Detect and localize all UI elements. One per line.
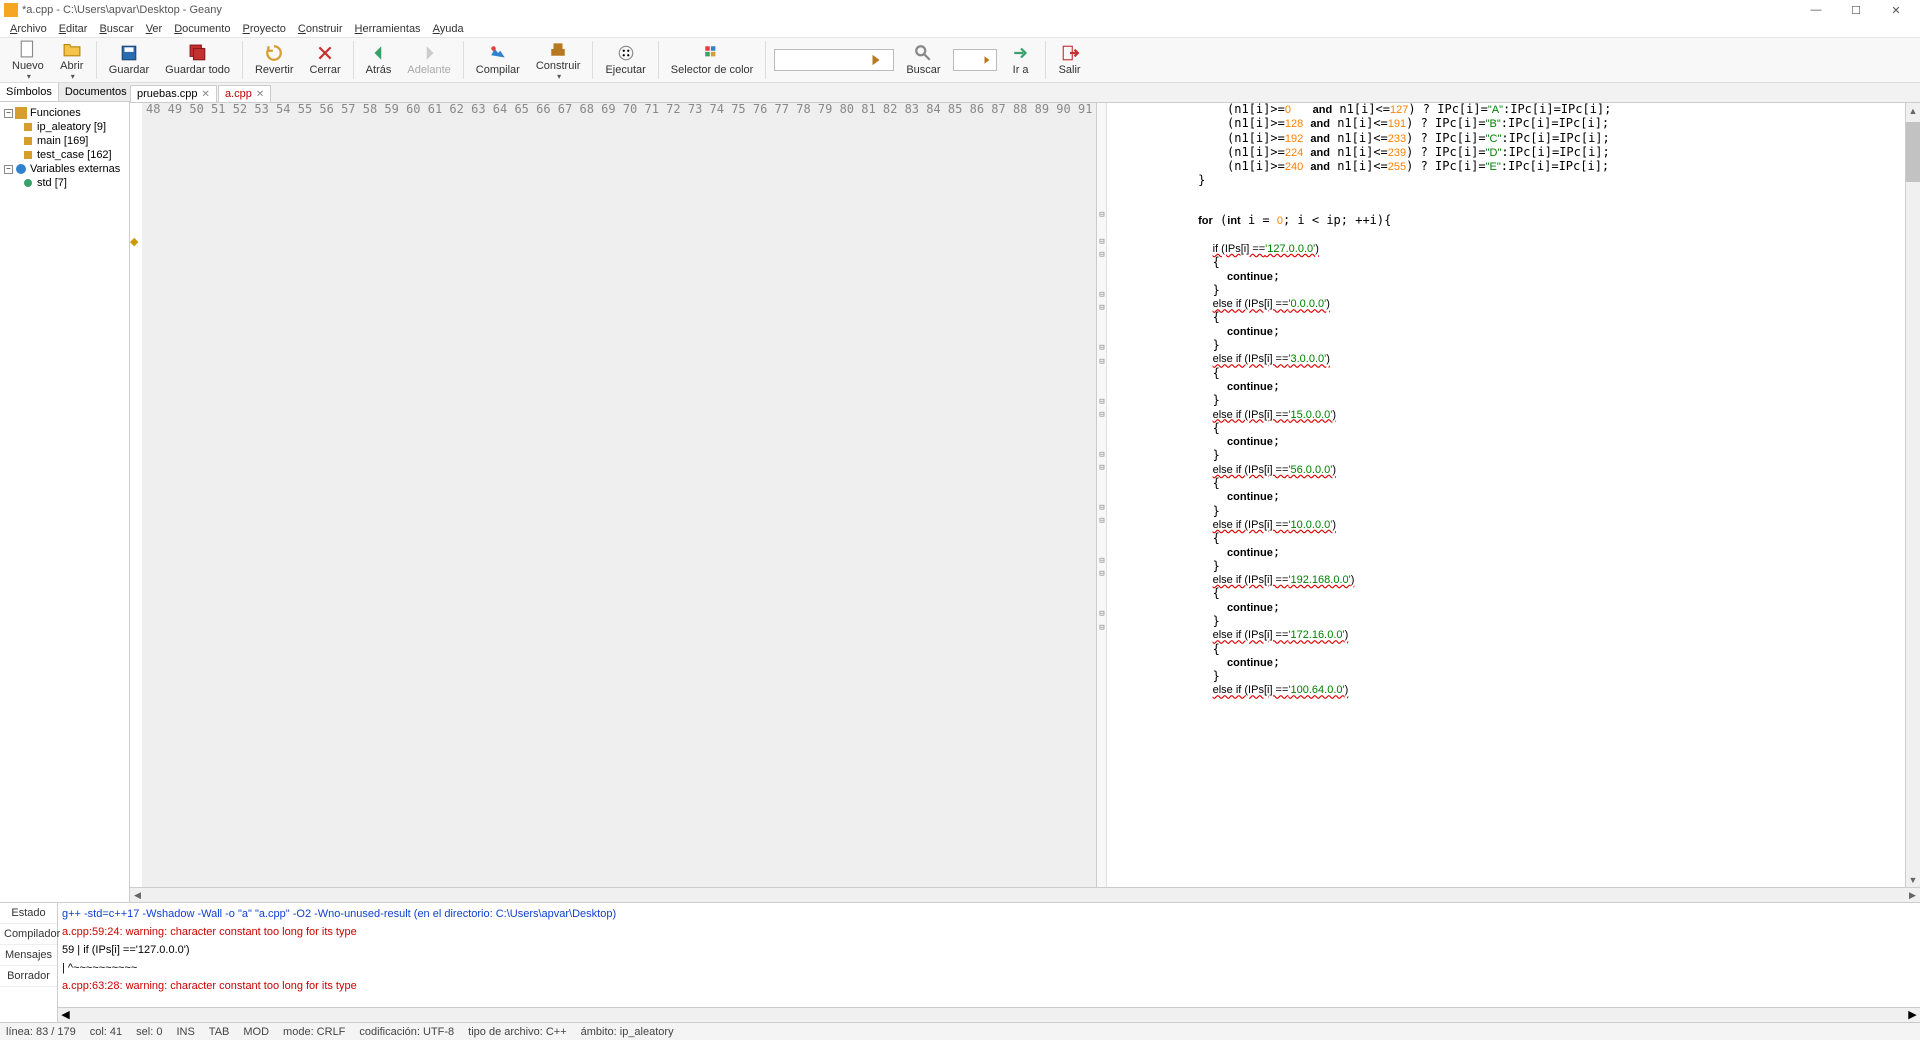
back-button[interactable]: Atrás xyxy=(358,42,400,78)
marker-margin: ◆ xyxy=(130,103,142,887)
forward-label: Adelante xyxy=(407,64,450,76)
new-button[interactable]: Nuevo▾ xyxy=(4,38,52,83)
compiler-line[interactable]: 59 | if (IPs[i] =='127.0.0.0') xyxy=(62,941,1916,959)
menu-bar: ArchivoEditarBuscarVerDocumentoProyectoC… xyxy=(0,20,1920,38)
editor-tab[interactable]: pruebas.cpp✕ xyxy=(130,85,217,102)
search-field[interactable] xyxy=(774,49,894,71)
sidebar-tab-documents[interactable]: Documentos xyxy=(59,83,134,101)
tree-fn-item[interactable]: test_case [162] xyxy=(2,148,127,162)
menu-construir[interactable]: Construir xyxy=(292,22,349,36)
search-label: Buscar xyxy=(906,64,940,76)
bottom-panel: EstadoCompiladorMensajesBorrador g++ -st… xyxy=(0,902,1920,1022)
fold-margin[interactable]: ⊟⊟⊟⊟⊟⊟⊟⊟⊟⊟⊟⊟⊟⊟⊟⊟⊟ xyxy=(1097,103,1107,887)
status-sel: sel: 0 xyxy=(136,1026,162,1038)
minimize-button[interactable]: — xyxy=(1796,0,1836,20)
close-file-label: Cerrar xyxy=(310,64,341,76)
open-button[interactable]: Abrir▾ xyxy=(52,38,92,83)
close-button[interactable]: ✕ xyxy=(1876,0,1916,20)
revert-button[interactable]: Revertir xyxy=(247,42,302,78)
status-ins: INS xyxy=(176,1026,194,1038)
run-label: Ejecutar xyxy=(605,64,645,76)
menu-documento[interactable]: Documento xyxy=(168,22,236,36)
search-input[interactable] xyxy=(779,54,869,66)
compile-label: Compilar xyxy=(476,64,520,76)
save-all-label: Guardar todo xyxy=(165,64,230,76)
compiler-line[interactable]: g++ -std=c++17 -Wshadow -Wall -o "a" "a.… xyxy=(62,905,1916,923)
code-editor[interactable]: (n1[i]>=0 and n1[i]<=127) ? IPc[i]="A":I… xyxy=(1107,103,1905,887)
compiler-line[interactable]: | ^~~~~~~~~~~ xyxy=(62,959,1916,977)
revert-label: Revertir xyxy=(255,64,294,76)
symbol-tree[interactable]: −Funciones ip_aleatory [9]main [169]test… xyxy=(0,102,129,902)
status-mode: mode: CRLF xyxy=(283,1026,345,1038)
menu-buscar[interactable]: Buscar xyxy=(93,22,139,36)
back-label: Atrás xyxy=(366,64,392,76)
save-label: Guardar xyxy=(109,64,149,76)
build-label: Construir xyxy=(536,60,581,72)
tree-variables[interactable]: −Variables externas xyxy=(2,162,127,176)
forward-button[interactable]: Adelante xyxy=(399,42,458,78)
status-tab: TAB xyxy=(209,1026,230,1038)
tree-fn-item[interactable]: ip_aleatory [9] xyxy=(2,120,127,134)
search-button[interactable]: Buscar xyxy=(898,42,948,78)
status-scope: ámbito: ip_aleatory xyxy=(581,1026,674,1038)
vertical-scrollbar[interactable]: ▲▼ xyxy=(1905,103,1920,887)
line-gutter: 48 49 50 51 52 53 54 55 56 57 58 59 60 6… xyxy=(142,103,1097,887)
menu-ver[interactable]: Ver xyxy=(140,22,169,36)
save-all-button[interactable]: Guardar todo xyxy=(157,42,238,78)
compiler-output[interactable]: g++ -std=c++17 -Wshadow -Wall -o "a" "a.… xyxy=(58,903,1920,1007)
close-file-button[interactable]: Cerrar xyxy=(302,42,349,78)
app-icon xyxy=(4,3,18,17)
save-button[interactable]: Guardar xyxy=(101,42,157,78)
close-tab-icon[interactable]: ✕ xyxy=(202,89,210,100)
editor-tab[interactable]: a.cpp✕ xyxy=(218,85,271,102)
sidebar-tab-symbols[interactable]: Símbolos xyxy=(0,83,59,101)
status-bar: línea: 83 / 179 col: 41 sel: 0 INS TAB M… xyxy=(0,1022,1920,1040)
menu-ayuda[interactable]: Ayuda xyxy=(427,22,470,36)
compile-button[interactable]: Compilar xyxy=(468,42,528,78)
title-bar: *a.cpp - C:\Users\apvar\Desktop - Geany … xyxy=(0,0,1920,20)
color-selector-button[interactable]: Selector de color xyxy=(663,42,762,78)
compiler-line[interactable]: a.cpp:63:28: warning: character constant… xyxy=(62,977,1916,995)
editor-tabs: pruebas.cpp✕a.cpp✕ xyxy=(130,83,1920,103)
status-encoding: codificación: UTF-8 xyxy=(359,1026,454,1038)
goto-field-icon xyxy=(982,53,992,67)
status-col: col: 41 xyxy=(90,1026,122,1038)
bottom-tab-compilador[interactable]: Compilador xyxy=(0,924,57,945)
tree-fn-item[interactable]: main [169] xyxy=(2,134,127,148)
toolbar: Nuevo▾ Abrir▾ Guardar Guardar todo Rever… xyxy=(0,38,1920,83)
bottom-tab-mensajes[interactable]: Mensajes xyxy=(0,945,57,966)
sidebar: Símbolos Documentos −Funciones ip_aleato… xyxy=(0,83,130,902)
bottom-scrollbar[interactable]: ◀▶ xyxy=(58,1007,1920,1022)
menu-archivo[interactable]: Archivo xyxy=(4,22,53,36)
search-field-icon xyxy=(869,53,883,67)
maximize-button[interactable]: ☐ xyxy=(1836,0,1876,20)
menu-editar[interactable]: Editar xyxy=(53,22,94,36)
status-line: línea: 83 / 179 xyxy=(6,1026,76,1038)
exit-button[interactable]: Salir xyxy=(1050,42,1090,78)
run-button[interactable]: Ejecutar xyxy=(597,42,653,78)
window-title: *a.cpp - C:\Users\apvar\Desktop - Geany xyxy=(22,4,222,16)
goto-field[interactable] xyxy=(953,49,997,71)
open-label: Abrir xyxy=(60,60,83,72)
build-button[interactable]: Construir▾ xyxy=(528,38,589,83)
horizontal-scrollbar[interactable]: ◀▶ xyxy=(130,887,1920,902)
goto-button[interactable]: Ir a xyxy=(1001,42,1041,78)
tree-functions[interactable]: −Funciones xyxy=(2,106,127,120)
bottom-tab-estado[interactable]: Estado xyxy=(0,903,57,924)
exit-label: Salir xyxy=(1059,64,1081,76)
goto-input[interactable] xyxy=(958,54,982,66)
status-mod: MOD xyxy=(243,1026,269,1038)
tree-var-item[interactable]: std [7] xyxy=(2,176,127,190)
close-tab-icon[interactable]: ✕ xyxy=(256,89,264,100)
new-label: Nuevo xyxy=(12,60,44,72)
menu-herramientas[interactable]: Herramientas xyxy=(349,22,427,36)
menu-proyecto[interactable]: Proyecto xyxy=(236,22,291,36)
goto-label: Ir a xyxy=(1013,64,1029,76)
color-selector-label: Selector de color xyxy=(671,64,754,76)
bottom-tab-borrador[interactable]: Borrador xyxy=(0,966,57,987)
compiler-line[interactable]: a.cpp:59:24: warning: character constant… xyxy=(62,923,1916,941)
status-filetype: tipo de archivo: C++ xyxy=(468,1026,566,1038)
